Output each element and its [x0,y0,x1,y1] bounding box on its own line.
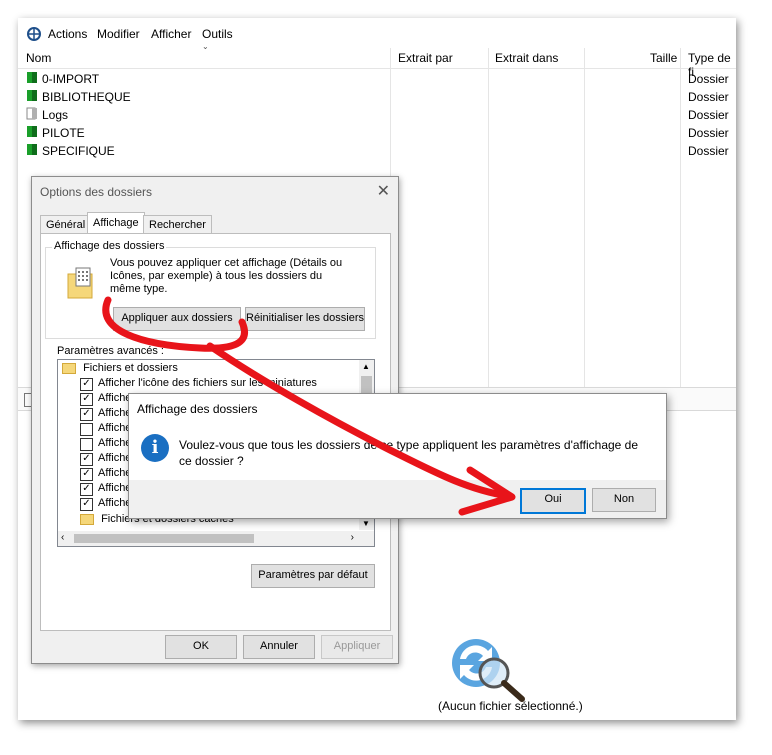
folder-icon [26,107,38,123]
setting-checkbox[interactable]: ✓ [80,483,93,496]
setting-checkbox[interactable]: ✓ [80,453,93,466]
setting-checkbox[interactable]: ✓ [80,393,93,406]
column-header: Nom Extrait par Extrait dans Taille Type… [18,48,736,79]
file-name: BIBLIOTHEQUE [42,90,131,104]
setting-checkbox[interactable]: ✓ [80,408,93,421]
file-name: SPECIFIQUE [42,144,115,158]
confirm-button-bar: Oui Non [129,480,666,518]
folder-icon [62,362,76,374]
tab-affichage[interactable]: Affichage [87,212,145,235]
folder-icon [80,513,94,525]
file-name: 0-IMPORT [42,72,100,86]
file-name: PILOTE [42,126,85,140]
file-name: Logs [42,108,69,122]
file-type: Dossier [688,90,729,104]
confirm-dialog-title: Affichage des dossiers [137,402,258,416]
file-row[interactable]: 0-IMPORT Dossier [18,69,736,87]
file-type: Dossier [688,126,729,140]
setting-checkbox[interactable]: ✓ [80,378,93,391]
column-extracted-by[interactable]: Extrait par [398,51,453,65]
group-legend: Affichage des dossiers [52,240,167,252]
column-name[interactable]: Nom [26,51,51,65]
no-file-status: (Aucun fichier sélectionné.) [438,699,583,713]
scroll-left-icon[interactable]: ‹ [61,532,64,543]
tree-root[interactable]: Fichiers et dossiers [62,361,178,376]
file-type: Dossier [688,144,729,158]
restore-defaults-button[interactable]: Paramètres par défaut [251,564,375,588]
folder-icon [26,89,38,105]
menu-outils[interactable]: Outils [202,27,233,41]
tab-general[interactable]: Général [40,215,92,234]
no-button[interactable]: Non [592,488,656,512]
apply-to-folders-button[interactable]: Appliquer aux dossiers [113,307,241,331]
confirm-message: Voulez-vous que tous les dossiers de ce … [179,438,639,468]
folder-icon [26,125,38,141]
scroll-right-icon[interactable]: › [351,532,354,543]
tree-root-label: Fichiers et dossiers [83,362,178,374]
info-icon: i [141,434,169,462]
horizontal-scrollbar[interactable]: ‹ › [58,531,374,546]
menu-actions[interactable]: Actions [48,27,87,41]
reset-folders-button[interactable]: Réinitialiser les dossiers [245,307,365,331]
scroll-down-icon[interactable]: ▼ [362,519,370,528]
setting-checkbox[interactable] [80,438,93,451]
file-type: Dossier [688,108,729,122]
close-icon[interactable]: ✕ [377,181,390,201]
scroll-thumb[interactable] [74,534,254,543]
advanced-settings-label: Paramètres avancés : [57,345,164,357]
file-row[interactable]: BIBLIOTHEQUE Dossier [18,87,736,105]
setting-checkbox[interactable]: ✓ [80,468,93,481]
file-row[interactable]: PILOTE Dossier [18,123,736,141]
setting-checkbox[interactable] [80,423,93,436]
folder-icon [26,143,38,159]
confirm-dialog: Affichage des dossiers i Voulez-vous que… [128,393,667,519]
folder-icon [26,71,38,87]
setting-label: Afficher l'icône des fichiers sur les mi… [98,377,317,389]
scroll-up-icon[interactable]: ▲ [362,362,370,371]
file-type: Dossier [688,72,729,86]
app-logo-icon [26,26,42,45]
search-file-icon [446,635,566,708]
setting-checkbox[interactable]: ✓ [80,498,93,511]
group-description: Vous pouvez appliquer cet affichage (Dét… [110,257,343,295]
column-extracted-in[interactable]: Extrait dans [495,51,558,65]
file-row[interactable]: Logs Dossier [18,105,736,123]
menu-afficher[interactable]: Afficher [151,27,191,41]
menu-modifier[interactable]: Modifier [97,27,140,41]
dialog-title: Options des dossiers [40,185,153,199]
yes-button[interactable]: Oui [520,488,586,514]
apply-button[interactable]: Appliquer [321,635,393,659]
file-row[interactable]: SPECIFIQUE Dossier [18,141,736,159]
tab-rechercher[interactable]: Rechercher [143,215,212,234]
menubar: Actions Modifier Afficher Outils ⌄ [18,18,736,51]
cancel-button[interactable]: Annuler [243,635,315,659]
column-size[interactable]: Taille [650,51,677,65]
folder-view-icon [66,266,96,303]
ok-button[interactable]: OK [165,635,237,659]
